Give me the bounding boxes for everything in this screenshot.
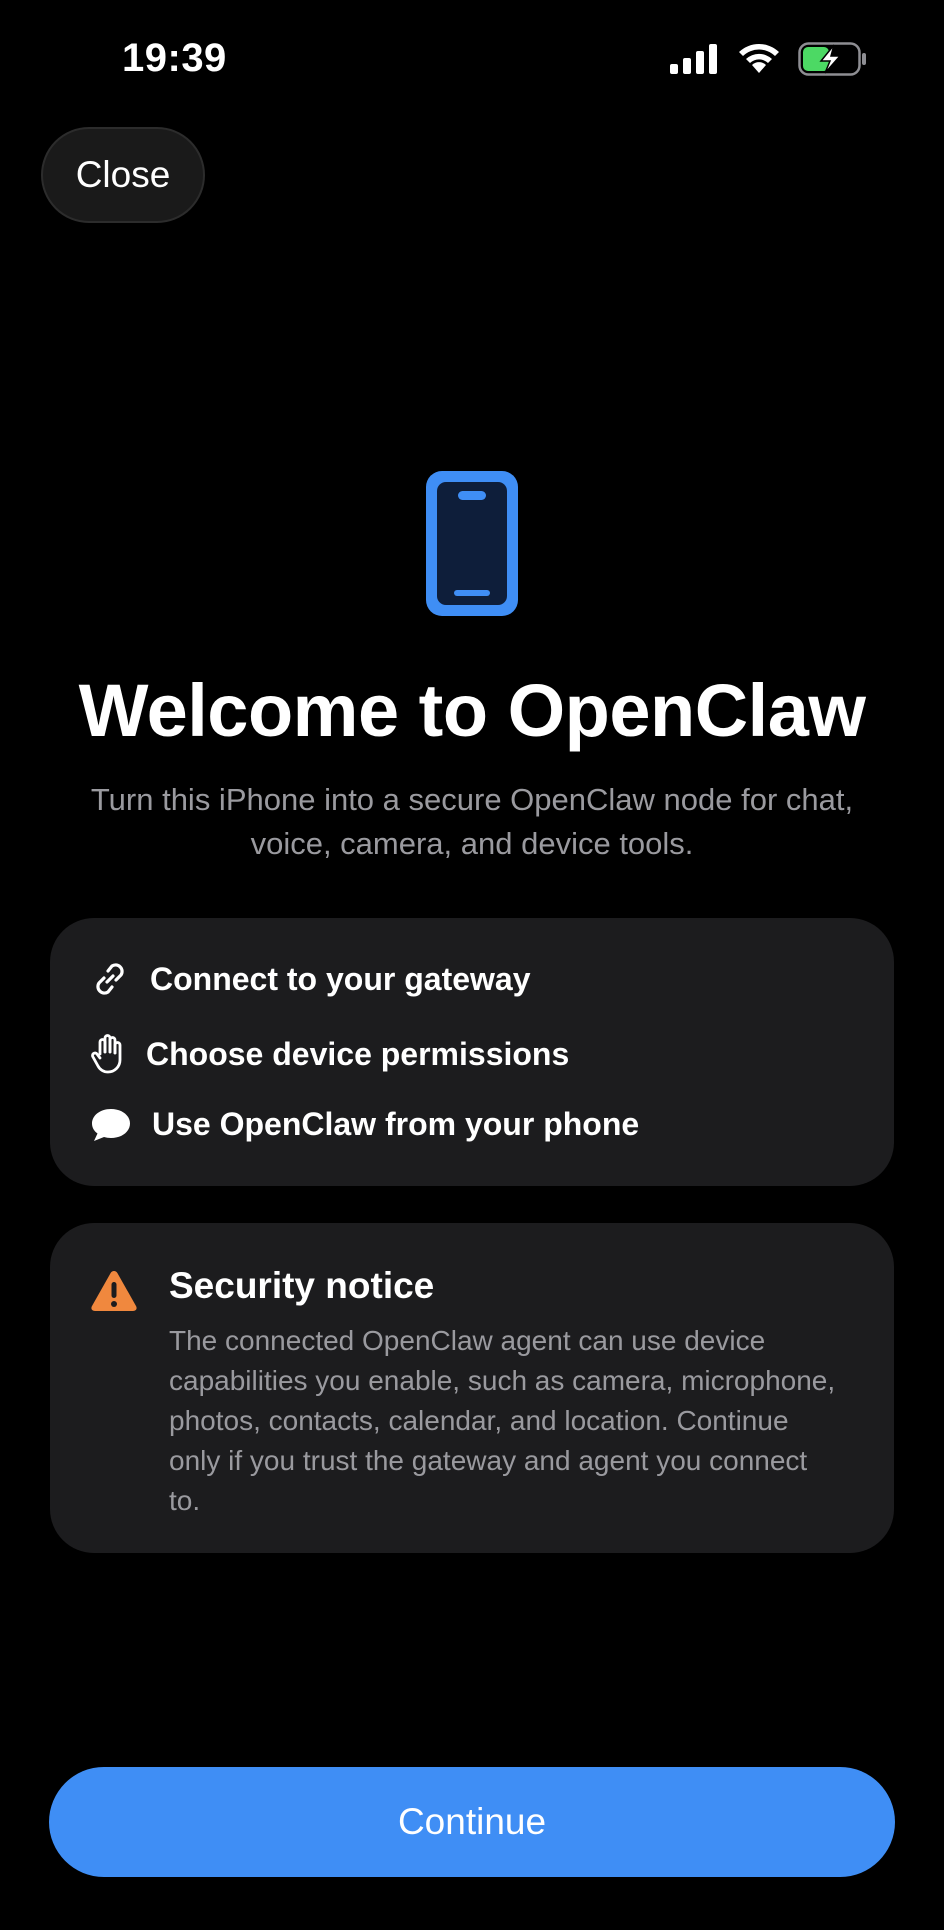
- page-subtitle: Turn this iPhone into a secure OpenClaw …: [90, 782, 854, 861]
- page-title: Welcome to OpenClaw: [78, 669, 866, 752]
- feature-label: Use OpenClaw from your phone: [152, 1106, 640, 1142]
- feature-item-use-phone: Use OpenClaw from your phone: [90, 1106, 639, 1143]
- iphone-icon: [426, 471, 518, 621]
- welcome-screen: 19:39 Close Welcome to OpenClaw Turn thi…: [0, 0, 944, 1930]
- security-notice-card: Security notice The connected OpenClaw a…: [50, 1223, 894, 1553]
- link-icon: [90, 959, 150, 999]
- feature-label: Connect to your gateway: [150, 960, 531, 997]
- hand-raised-icon: [90, 1034, 146, 1074]
- continue-button[interactable]: Continue: [49, 1767, 895, 1877]
- status-icons: [670, 42, 868, 76]
- chat-bubble-icon: [90, 1107, 152, 1143]
- wifi-icon: [738, 43, 780, 75]
- feature-label: Choose device permissions: [146, 1035, 570, 1072]
- close-button[interactable]: Close: [41, 127, 205, 223]
- feature-item-gateway: Connect to your gateway: [90, 959, 531, 999]
- battery-charging-icon: [798, 42, 868, 76]
- features-card: Connect to your gateway Choose device pe…: [50, 918, 894, 1186]
- cellular-signal-icon: [670, 44, 720, 74]
- feature-item-permissions: Choose device permissions: [90, 1034, 569, 1074]
- security-notice-title: Security notice: [169, 1265, 435, 1306]
- warning-triangle-icon: [90, 1269, 138, 1318]
- security-notice-body: The connected OpenClaw agent can use dev…: [169, 1325, 836, 1516]
- status-time: 19:39: [122, 36, 227, 80]
